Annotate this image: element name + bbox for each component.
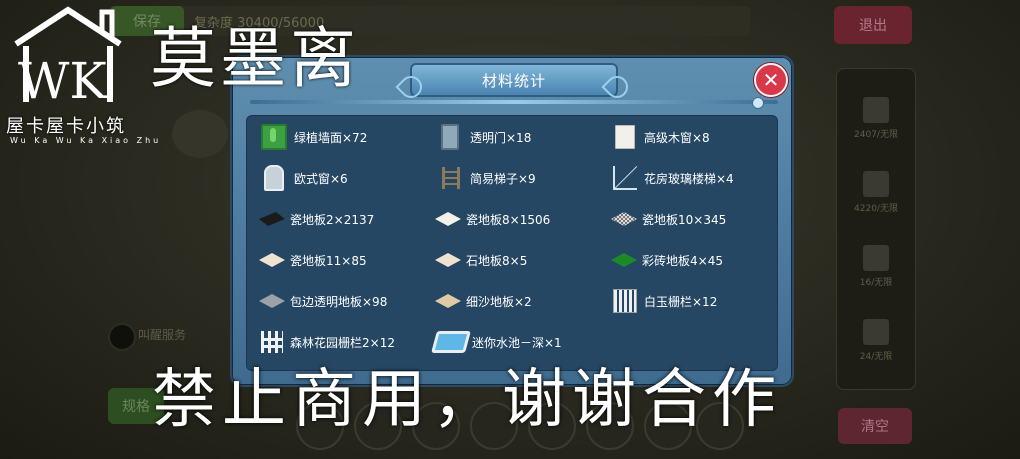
inventory-count: 2407/无限: [854, 130, 898, 140]
material-label: 简易梯子×9: [470, 171, 536, 186]
material-grid: 绿植墙面×72 透明门×18 高级木窗×8 欧式窗×6 简易梯子×9 花房玻璃楼…: [248, 117, 774, 367]
item-icon: [863, 171, 889, 197]
inventory-item[interactable]: 16/无限: [851, 245, 901, 288]
white-tile-icon: [435, 212, 461, 226]
cream-tile-icon: [259, 253, 285, 267]
inventory-count: 24/无限: [859, 352, 893, 362]
material-item: 透明门×18: [424, 117, 600, 157]
material-item: 迷你水池－深×1: [424, 322, 600, 362]
material-item: 瓷地板10×345: [600, 199, 774, 239]
watermark-subtitle: 屋卡屋卡小筑: [6, 116, 126, 137]
logo-letters: WK: [18, 52, 108, 104]
material-label: 石地板8×5: [466, 253, 528, 268]
dialog-title: 材料统计: [481, 71, 546, 90]
material-stats-dialog: 材料统计 ✕ 绿植墙面×72 透明门×18 高级木窗×8 欧式窗×6 简易梯子×…: [230, 55, 794, 387]
material-label: 花房玻璃楼梯×4: [644, 171, 734, 186]
white-fence-icon: [613, 289, 637, 313]
close-button[interactable]: ✕: [754, 63, 788, 97]
sand-tile-icon: [435, 294, 461, 308]
character-sprite: [172, 110, 228, 158]
material-item: 瓷地板2×2137: [248, 199, 424, 239]
exit-button[interactable]: 退出: [834, 6, 912, 44]
material-item: 绿植墙面×72: [248, 117, 424, 157]
dialog-title-plate: 材料统计: [395, 63, 633, 103]
material-label: 森林花园栅栏2×12: [290, 335, 395, 350]
inventory-side-panel: 2407/无限 4220/无限 16/无限 24/无限: [836, 68, 916, 390]
material-item: 彩砖地板4×45: [600, 240, 774, 280]
material-label: 瓷地板11×85: [290, 253, 367, 268]
material-label: 细沙地板×2: [466, 294, 532, 309]
euro-window-icon: [264, 165, 284, 191]
material-item: 花房玻璃楼梯×4: [600, 158, 774, 198]
material-item: 白玉栅栏×12: [600, 281, 774, 321]
forest-fence-icon: [261, 331, 283, 353]
material-label: 白玉栅栏×12: [644, 294, 718, 309]
material-label: 瓷地板2×2137: [290, 212, 375, 227]
material-item: 包边透明地板×98: [248, 281, 424, 321]
checker-tile-icon: [611, 212, 637, 226]
house-logo-icon: WK: [14, 6, 122, 104]
material-item: 欧式窗×6: [248, 158, 424, 198]
divider: [250, 100, 778, 104]
divider-ornament: [752, 97, 764, 109]
material-item: 简易梯子×9: [424, 158, 600, 198]
material-label: 欧式窗×6: [294, 171, 348, 186]
wake-toggle[interactable]: [108, 323, 136, 351]
glass-stairs-icon: [613, 166, 637, 190]
material-label: 高级木窗×8: [644, 130, 710, 145]
material-label: 绿植墙面×72: [294, 130, 368, 145]
stone-tile-icon: [435, 253, 461, 267]
material-label: 迷你水池－深×1: [472, 335, 562, 350]
ladder-icon: [442, 167, 460, 189]
ornament-icon: [395, 71, 427, 103]
green-tile-icon: [611, 253, 637, 267]
glass-door-icon: [441, 124, 459, 150]
wood-window-icon: [615, 125, 635, 149]
item-icon: [863, 319, 889, 345]
watermark-logo: WK: [10, 6, 130, 104]
close-icon: ✕: [762, 68, 780, 92]
empty-cell: [600, 322, 774, 362]
inventory-count: 16/无限: [859, 278, 893, 288]
item-icon: [863, 97, 889, 123]
ornament-icon: [601, 71, 633, 103]
material-label: 包边透明地板×98: [290, 294, 388, 309]
wake-label: 叫醒服务: [138, 328, 187, 342]
watermark-name: 莫墨离: [150, 20, 360, 97]
clear-button[interactable]: 清空: [838, 408, 912, 444]
watermark-pinyin: Wu Ka Wu Ka Xiao Zhu: [10, 136, 162, 145]
pool-icon: [431, 331, 471, 353]
inventory-item[interactable]: 2407/无限: [851, 97, 901, 140]
material-item: 瓷地板8×1506: [424, 199, 600, 239]
watermark-notice: 禁止商用，谢谢合作: [152, 363, 782, 437]
dark-tile-icon: [255, 212, 289, 226]
inventory-count: 4220/无限: [854, 204, 898, 214]
material-label: 瓷地板10×345: [642, 212, 727, 227]
material-item: 森林花园栅栏2×12: [248, 322, 424, 362]
material-item: 瓷地板11×85: [248, 240, 424, 280]
material-label: 瓷地板8×1506: [466, 212, 551, 227]
inventory-item[interactable]: 24/无限: [851, 319, 901, 362]
item-icon: [863, 245, 889, 271]
inventory-item[interactable]: 4220/无限: [851, 171, 901, 214]
material-item: 细沙地板×2: [424, 281, 600, 321]
material-label: 透明门×18: [470, 130, 532, 145]
gray-tile-icon: [259, 294, 285, 308]
green-wall-icon: [261, 124, 287, 150]
material-label: 彩砖地板4×45: [642, 253, 723, 268]
material-item: 石地板8×5: [424, 240, 600, 280]
material-item: 高级木窗×8: [600, 117, 774, 157]
